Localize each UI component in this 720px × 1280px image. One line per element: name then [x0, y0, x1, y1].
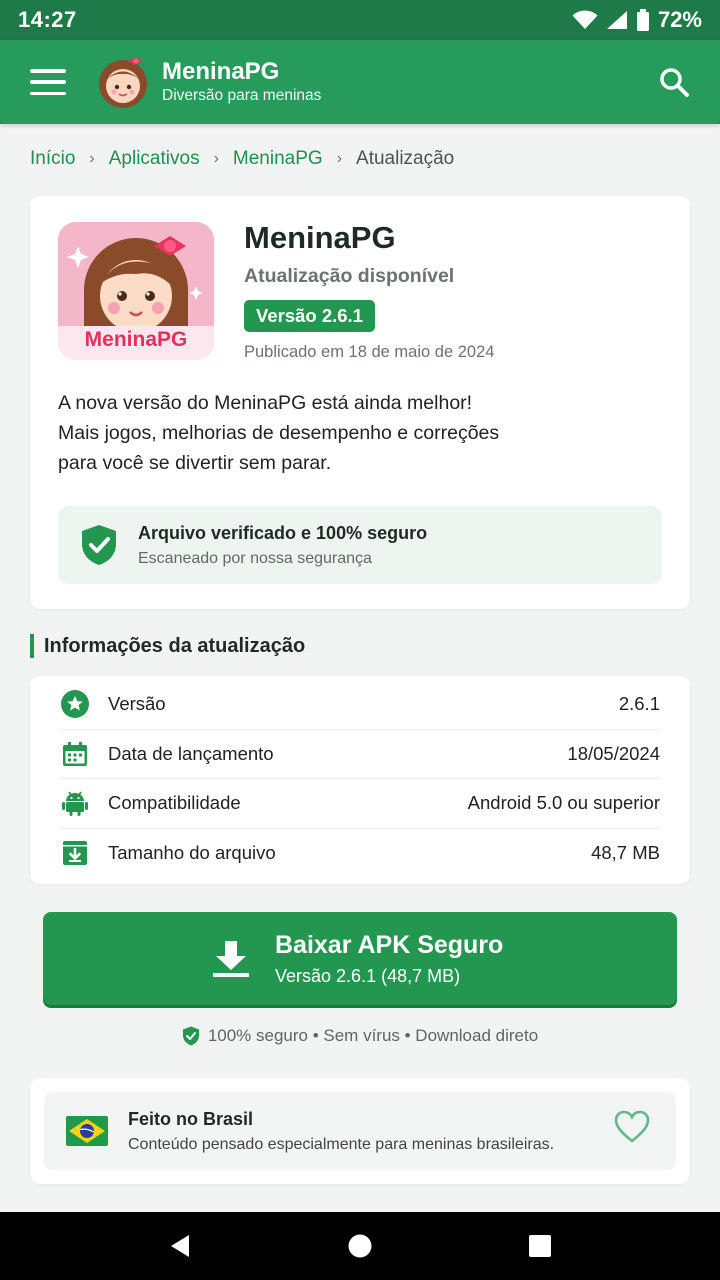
info-row-file-size: Tamanho do arquivo 48,7 MB — [60, 829, 660, 879]
description-line: Mais jogos, melhorias de desempenho e co… — [58, 422, 500, 444]
section-title: Informações da atualização — [30, 634, 305, 658]
safety-note-text: 100% seguro • Sem vírus • Download diret… — [207, 1026, 539, 1045]
download-title: Baixar APK Seguro — [275, 930, 504, 959]
download-icon — [213, 940, 249, 977]
wifi-icon — [572, 10, 598, 29]
app-icon: MeninaPG — [58, 222, 214, 360]
info-value: Android 5.0 ou superior — [467, 792, 660, 814]
info-label: Versão — [108, 693, 166, 715]
publish-date: Publicado em 18 de maio de 2024 — [244, 343, 495, 361]
chevron-right-icon: › — [336, 150, 343, 167]
shield-check-icon — [182, 1026, 199, 1046]
info-label: Compatibilidade — [108, 792, 241, 814]
app-bar-subtitle: Diversão para meninas — [162, 87, 322, 104]
nav-home-button[interactable] — [335, 1221, 385, 1271]
android-icon — [60, 788, 90, 818]
chevron-right-icon: › — [89, 150, 95, 167]
update-info-card: Versão 2.6.1 Data de lançamento 18/05/20… — [30, 676, 690, 884]
app-bar-title: MeninaPG — [162, 58, 280, 85]
made-in-brazil-card: Feito no Brasil Conteúdo pensado especia… — [30, 1078, 690, 1184]
breadcrumb-app[interactable]: MeninaPG — [233, 148, 323, 170]
search-button[interactable] — [652, 60, 696, 104]
nav-recents-button[interactable] — [515, 1221, 565, 1271]
info-label: Data de lançamento — [108, 742, 274, 764]
security-notice: Arquivo verificado e 100% seguro Escanea… — [58, 506, 662, 584]
app-icon-label: MeninaPG — [84, 328, 188, 351]
home-circle-icon — [348, 1234, 372, 1258]
brazil-subtitle: Conteúdo pensado especialmente para meni… — [128, 1135, 555, 1153]
status-bar: 14:27 72% — [0, 0, 720, 40]
chevron-right-icon: › — [213, 150, 219, 167]
battery-percent: 72% — [657, 7, 702, 32]
menu-icon[interactable] — [30, 69, 66, 95]
recents-square-icon — [529, 1235, 551, 1257]
system-nav-bar — [0, 1212, 720, 1280]
info-row-compatibility: Compatibilidade Android 5.0 ou superior — [60, 779, 660, 829]
info-value: 48,7 MB — [591, 842, 660, 864]
info-value: 2.6.1 — [618, 693, 660, 715]
security-title: Arquivo verificado e 100% seguro — [138, 522, 428, 543]
back-triangle-icon — [171, 1235, 189, 1257]
brazil-flag-icon — [66, 1116, 108, 1146]
star-badge-icon — [60, 689, 90, 719]
breadcrumb-apps[interactable]: Aplicativos — [109, 148, 200, 170]
heart-icon[interactable] — [614, 1110, 650, 1144]
breadcrumb-current: Atualização — [356, 148, 455, 169]
nav-back-button[interactable] — [155, 1221, 205, 1271]
description-line: para você se divertir sem parar. — [58, 452, 332, 474]
safety-note: 100% seguro • Sem vírus • Download diret… — [0, 1026, 720, 1046]
download-apk-button[interactable]: Baixar APK Seguro Versão 2.6.1 (48,7 MB) — [43, 912, 677, 1005]
download-subtitle: Versão 2.6.1 (48,7 MB) — [275, 965, 461, 986]
app-name: MeninaPG — [244, 220, 396, 255]
brazil-title: Feito no Brasil — [128, 1108, 254, 1129]
version-badge: Versão 2.6.1 — [244, 300, 375, 332]
app-description: A nova versão do MeninaPG está ainda mel… — [58, 388, 618, 478]
info-row-release-date: Data de lançamento 18/05/2024 — [60, 730, 660, 779]
info-value: 18/05/2024 — [567, 742, 660, 764]
security-subtitle: Escaneado por nossa segurança — [138, 549, 372, 567]
breadcrumb: Início › Aplicativos › MeninaPG › Atuali… — [30, 146, 454, 172]
status-icons: 72% — [572, 7, 702, 33]
signal-icon — [606, 11, 627, 29]
info-label: Tamanho do arquivo — [108, 842, 276, 864]
status-time: 14:27 — [18, 7, 77, 32]
battery-icon — [636, 9, 649, 31]
update-status: Atualização disponível — [244, 265, 455, 287]
download-box-icon — [60, 838, 90, 868]
description-line: A nova versão do MeninaPG está ainda mel… — [58, 392, 473, 414]
girl-avatar-logo — [99, 57, 147, 108]
calendar-icon — [60, 739, 90, 769]
breadcrumb-home[interactable]: Início — [30, 148, 75, 170]
app-bar: MeninaPG Diversão para meninas — [0, 40, 720, 124]
app-hero-card: MeninaPG MeninaPG Atualização disponível… — [30, 196, 690, 609]
info-row-version: Versão 2.6.1 — [60, 680, 660, 730]
shield-check-icon — [82, 525, 116, 565]
search-icon — [660, 68, 689, 97]
